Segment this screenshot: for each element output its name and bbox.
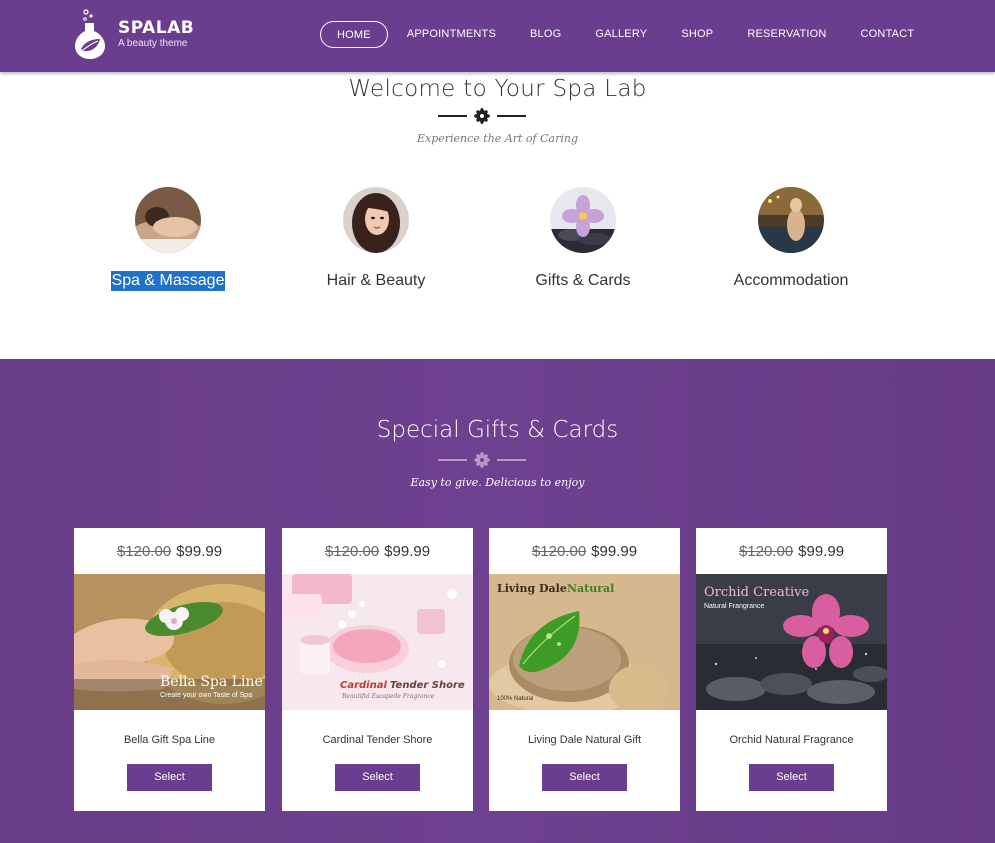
site-logo[interactable]: SPALAB A beauty theme xyxy=(72,8,194,60)
pool-photo-icon xyxy=(758,187,824,253)
flower-photo-icon xyxy=(550,187,616,253)
welcome-section: Welcome to Your Spa Lab Experience the A… xyxy=(0,72,995,359)
gift-card: $120.00 $99.99 Orchid Creative Natural F… xyxy=(696,528,887,811)
image-title-a: Living Dale xyxy=(497,582,567,595)
image-title-a: Cardinal xyxy=(340,680,387,691)
nav-appointments[interactable]: APPOINTMENTS xyxy=(390,21,513,48)
product-name: Bella Gift Spa Line xyxy=(123,734,216,746)
select-button[interactable]: Select xyxy=(749,764,834,791)
section-divider xyxy=(432,108,532,124)
image-title: Bella Spa Line xyxy=(160,674,263,690)
site-header: SPALAB A beauty theme HOME APPOINTMENTS … xyxy=(0,0,995,72)
card-price: $120.00 $99.99 xyxy=(489,528,680,574)
image-title-b: Natural xyxy=(567,582,614,595)
image-subtitle: 100% Natural xyxy=(497,696,533,702)
image-subtitle: Create your own Taste of Spa xyxy=(160,692,252,699)
hair-photo-icon xyxy=(343,187,409,253)
card-price: $120.00 $99.99 xyxy=(696,528,887,574)
old-price: $120.00 xyxy=(531,542,587,560)
service-spa-massage[interactable]: Spa & Massage xyxy=(78,187,258,291)
old-price: $120.00 xyxy=(116,542,172,560)
old-price: $120.00 xyxy=(738,542,794,560)
current-price: $99.99 xyxy=(176,542,223,560)
cardinal-tender-shore-image[interactable]: Cardinal Tender Shore Beautiful Escapede… xyxy=(282,574,473,710)
product-name: Orchid Natural Fragrance xyxy=(729,734,854,746)
service-accommodation[interactable]: Accommodation xyxy=(701,187,881,291)
service-gifts-cards[interactable]: Gifts & Cards xyxy=(493,187,673,291)
image-title-b: Tender Shore xyxy=(390,680,465,691)
section-divider xyxy=(432,452,532,468)
nav-blog[interactable]: BLOG xyxy=(513,21,578,48)
flower-ornament-icon xyxy=(474,452,490,468)
brand-name: SPALAB xyxy=(118,18,195,38)
image-subtitle: Natural Frangrance xyxy=(704,603,764,610)
service-label[interactable]: Accommodation xyxy=(733,271,850,291)
gift-card: $120.00 $99.99 Cardinal Tender Shore Bea… xyxy=(282,528,473,811)
gifts-tagline: Easy to give. Delicious to enjoy xyxy=(410,476,585,489)
service-label[interactable]: Hair & Beauty xyxy=(326,271,427,291)
select-button[interactable]: Select xyxy=(542,764,627,791)
gifts-title: Special Gifts & Cards xyxy=(376,417,619,443)
image-subtitle: Beautiful Escapede Fragrance xyxy=(341,693,435,700)
brand-tagline: A beauty theme xyxy=(118,38,188,49)
current-price: $99.99 xyxy=(798,542,845,560)
main-nav: HOME APPOINTMENTS BLOG GALLERY SHOP RESE… xyxy=(320,21,931,48)
select-button[interactable]: Select xyxy=(335,764,420,791)
nav-reservation[interactable]: RESERVATION xyxy=(730,21,843,48)
service-label[interactable]: Gifts & Cards xyxy=(534,271,631,291)
living-dale-natural-image[interactable]: Living Dale Natural 100% Natural xyxy=(489,574,680,710)
image-title: Orchid Creative xyxy=(704,585,809,600)
nav-home[interactable]: HOME xyxy=(320,21,388,48)
current-price: $99.99 xyxy=(384,542,431,560)
bella-spa-line-image[interactable]: Bella Spa Line Create your own Taste of … xyxy=(74,574,265,710)
service-label[interactable]: Spa & Massage xyxy=(110,271,226,291)
old-price: $120.00 xyxy=(324,542,380,560)
flask-leaf-logo-icon xyxy=(75,9,105,59)
gift-card: $120.00 $99.99 Bella Spa Line Create you… xyxy=(74,528,265,811)
card-price: $120.00 $99.99 xyxy=(282,528,473,574)
flower-ornament-icon xyxy=(474,108,490,124)
welcome-tagline: Experience the Art of Caring xyxy=(416,132,579,145)
card-price: $120.00 $99.99 xyxy=(74,528,265,574)
massage-photo-icon xyxy=(135,187,201,253)
gift-card: $120.00 $99.99 Living Dale Natural 100% … xyxy=(489,528,680,811)
nav-contact[interactable]: CONTACT xyxy=(844,21,932,48)
current-price: $99.99 xyxy=(591,542,638,560)
orchid-creative-image[interactable]: Orchid Creative Natural Frangrance xyxy=(696,574,887,710)
gifts-section: Special Gifts & Cards Easy to give. Deli… xyxy=(0,359,995,843)
select-button[interactable]: Select xyxy=(127,764,212,791)
service-hair-beauty[interactable]: Hair & Beauty xyxy=(286,187,466,291)
nav-shop[interactable]: SHOP xyxy=(664,21,730,48)
nav-gallery[interactable]: GALLERY xyxy=(578,21,664,48)
product-name: Living Dale Natural Gift xyxy=(527,734,642,746)
welcome-title: Welcome to Your Spa Lab xyxy=(348,76,647,102)
product-name: Cardinal Tender Shore xyxy=(322,734,433,746)
